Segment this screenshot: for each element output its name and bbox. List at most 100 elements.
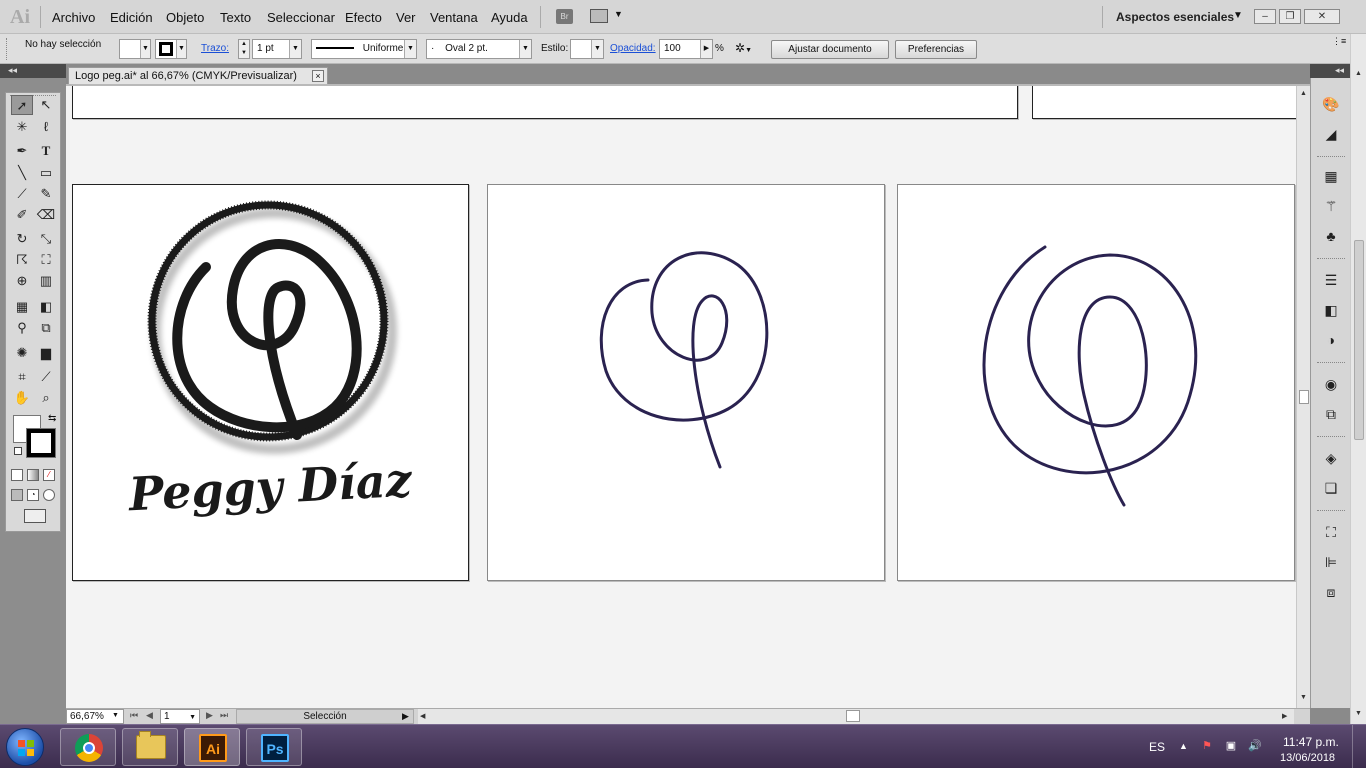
artboard-sketch-1[interactable]: [487, 184, 885, 581]
column-graph-icon[interactable]: ▆: [35, 343, 57, 363]
blend-icon[interactable]: ⧉: [35, 318, 57, 338]
menu-archivo[interactable]: Archivo: [52, 10, 95, 25]
layers-panel-icon[interactable]: ◈: [1321, 448, 1341, 468]
color-panel-icon[interactable]: 🎨: [1321, 94, 1341, 114]
taskbar-explorer[interactable]: [122, 728, 178, 766]
scale-icon[interactable]: ⤡: [35, 229, 57, 249]
window-vertical-scrollbar[interactable]: ▲ ▼: [1350, 34, 1366, 724]
taskbar-photoshop[interactable]: Ps: [246, 728, 302, 766]
opacity-panel-link[interactable]: Opacidad:: [610, 43, 656, 54]
warp-icon[interactable]: ☈: [11, 250, 33, 270]
slice-icon[interactable]: ⟋: [35, 367, 57, 387]
document-vertical-scrollbar[interactable]: ▲ ▼: [1296, 86, 1310, 708]
scroll-up-icon[interactable]: ▲: [1300, 90, 1307, 97]
eyedropper-icon[interactable]: ⚲: [11, 318, 33, 338]
graphic-style-picker[interactable]: ▼: [570, 39, 604, 59]
menu-efecto[interactable]: Efecto: [345, 10, 382, 25]
expand-dock-icon[interactable]: ◂◂: [1335, 65, 1344, 76]
graphic-styles-panel-icon[interactable]: ⧉: [1321, 404, 1341, 424]
scroll-down-icon[interactable]: ▼: [1355, 710, 1362, 717]
restore-button[interactable]: ❐: [1279, 9, 1301, 24]
horizontal-scroll-thumb[interactable]: [846, 710, 860, 722]
draw-normal-icon[interactable]: [11, 489, 23, 501]
menu-seleccionar[interactable]: Seleccionar: [267, 10, 335, 25]
taskbar-chrome[interactable]: [60, 728, 116, 766]
window-scroll-thumb[interactable]: [1354, 240, 1364, 440]
magic-wand-icon[interactable]: ✳: [11, 117, 33, 137]
tools-panel-header[interactable]: ◂◂: [0, 64, 66, 78]
document-tab[interactable]: Logo peg.ai* al 66,67% (CMYK/Previsualiz…: [68, 67, 328, 85]
stroke-panel-link[interactable]: Trazo:: [201, 43, 229, 54]
artboard-top-right[interactable]: [1032, 86, 1296, 119]
chevron-down-icon[interactable]: ▼: [112, 712, 119, 719]
network-icon[interactable]: ▣: [1224, 739, 1238, 753]
pathfinder-panel-icon[interactable]: ⧈: [1321, 582, 1341, 602]
recolor-artwork-icon[interactable]: ✲▼: [735, 41, 761, 58]
mesh-icon[interactable]: ▦: [11, 297, 33, 317]
none-mode-icon[interactable]: ⁄: [43, 469, 55, 481]
rectangle-tool-icon[interactable]: ▭: [35, 163, 57, 183]
type-tool-icon[interactable]: T: [35, 141, 57, 161]
start-button[interactable]: [6, 728, 44, 766]
clock-time[interactable]: 11:47 p.m.: [1283, 735, 1339, 749]
first-artboard-icon[interactable]: ⏮: [130, 710, 138, 721]
menu-ver[interactable]: Ver: [396, 10, 416, 25]
close-window-button[interactable]: ✕: [1304, 9, 1340, 24]
default-colors-icon[interactable]: [14, 447, 22, 455]
pencil-icon[interactable]: ✎: [35, 184, 57, 204]
volume-icon[interactable]: 🔊: [1248, 739, 1262, 753]
zoom-tool-icon[interactable]: ⌕: [35, 388, 57, 408]
paintbrush-icon[interactable]: ⟋: [11, 184, 33, 204]
menu-ayuda[interactable]: Ayuda: [491, 10, 528, 25]
close-document-button[interactable]: ×: [312, 70, 324, 82]
brushes-panel-icon[interactable]: ⚚: [1321, 196, 1341, 216]
blob-brush-icon[interactable]: ✐: [11, 205, 33, 225]
workspace-switcher[interactable]: Aspectos esenciales: [1116, 10, 1234, 24]
show-hidden-icons-icon[interactable]: ▲: [1179, 741, 1188, 751]
gradient-panel-icon[interactable]: ◧: [1321, 300, 1341, 320]
opacity-field[interactable]: 100 ▶: [659, 39, 713, 59]
stroke-color-picker[interactable]: ▼: [155, 39, 187, 59]
dock-panel-header[interactable]: ◂◂: [1310, 64, 1350, 78]
scroll-up-icon[interactable]: ▲: [1355, 70, 1362, 77]
draw-behind-icon[interactable]: ◔: [27, 489, 39, 501]
transform-panel-icon[interactable]: ⛶: [1321, 522, 1341, 542]
panel-menu-icon[interactable]: ⋮≡: [1332, 36, 1346, 47]
menu-texto[interactable]: Texto: [220, 10, 251, 25]
status-menu-arrow-icon[interactable]: ▶: [402, 711, 409, 722]
vertical-scroll-thumb[interactable]: [1299, 390, 1309, 404]
show-desktop-button[interactable]: [1352, 725, 1366, 768]
language-indicator[interactable]: ES: [1149, 740, 1165, 754]
fill-color-picker[interactable]: ▼: [119, 39, 151, 59]
chevron-down-icon[interactable]: ▼: [1233, 10, 1243, 21]
swatches-panel-icon[interactable]: ▦: [1321, 166, 1341, 186]
fit-document-button[interactable]: Ajustar documento: [771, 40, 889, 59]
symbol-sprayer-icon[interactable]: ✺: [11, 343, 33, 363]
draw-inside-icon[interactable]: [43, 489, 55, 501]
collapse-left-icon[interactable]: ◂◂: [8, 65, 17, 76]
perspective-grid-icon[interactable]: ▥: [35, 271, 57, 291]
screen-mode-icon[interactable]: [24, 509, 46, 523]
preferences-button[interactable]: Preferencias: [895, 40, 977, 59]
canvas[interactable]: Peggy Díaz: [66, 86, 1296, 708]
artboards-panel-icon[interactable]: ❏: [1321, 478, 1341, 498]
previous-artboard-icon[interactable]: ◀: [146, 710, 153, 721]
pen-tool-icon[interactable]: ✒: [11, 141, 33, 161]
clock-date[interactable]: 13/06/2018: [1280, 752, 1335, 764]
minimize-button[interactable]: –: [1254, 9, 1276, 24]
symbols-panel-icon[interactable]: ♣: [1321, 226, 1341, 246]
rotate-icon[interactable]: ↻: [11, 229, 33, 249]
scroll-right-icon[interactable]: ▶: [1282, 712, 1287, 720]
gradient-mode-icon[interactable]: [27, 469, 39, 481]
menu-edicion[interactable]: Edición: [110, 10, 153, 25]
arrange-documents-button[interactable]: ▼: [590, 9, 624, 24]
taskbar-illustrator[interactable]: Ai: [184, 728, 240, 766]
shape-builder-icon[interactable]: ⊕: [11, 271, 33, 291]
status-menu[interactable]: Selección: [236, 709, 414, 724]
action-center-flag-icon[interactable]: ⚑: [1200, 739, 1214, 753]
menu-ventana[interactable]: Ventana: [430, 10, 478, 25]
align-panel-icon[interactable]: ⊫: [1321, 552, 1341, 572]
scroll-down-icon[interactable]: ▼: [1300, 694, 1307, 701]
free-transform-icon[interactable]: ⛶: [35, 250, 57, 270]
appearance-panel-icon[interactable]: ◉: [1321, 374, 1341, 394]
